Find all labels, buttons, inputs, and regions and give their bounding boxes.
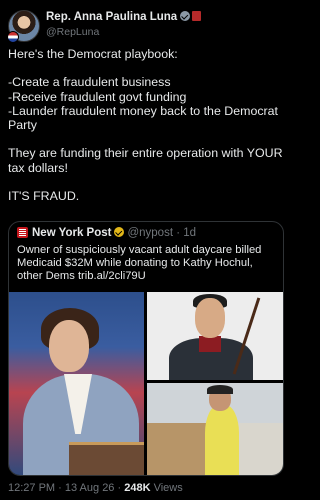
quoted-post-age[interactable]: 1d [183,227,196,239]
daycare-interior-photo[interactable] [147,383,283,475]
quoted-media-grid [9,292,283,475]
author-name[interactable]: Rep. Anna Paulina Luna [46,11,177,23]
author-handle[interactable]: @RepLuna [46,26,99,38]
tweet-header: Rep. Anna Paulina Luna @RepLuna [7,10,282,43]
photo-face [195,298,225,338]
government-badge-icon [192,11,202,21]
views-label: Views [153,482,183,494]
verified-badge-icon[interactable] [180,11,191,21]
quoted-post-header: New York Post @nypost · 1d [17,227,196,241]
hochul-photo[interactable] [9,292,144,475]
post-footer: 12:27 PM · 13 Aug 26 · 248K Views [8,482,183,494]
nypost-logo-icon [17,227,28,238]
author-avatar[interactable] [7,10,40,43]
post-date[interactable]: 13 Aug 26 [65,482,115,494]
author-name-row[interactable]: Rep. Anna Paulina Luna [46,11,202,23]
gold-verified-badge-icon [114,227,125,237]
views-count[interactable]: 248K [124,482,150,494]
quoted-post[interactable]: New York Post @nypost · 1d Owner of suspi… [8,221,284,476]
quoted-post-link[interactable]: trib.al/2cli79U [78,270,146,282]
photo-cap [207,385,233,394]
post-time[interactable]: 12:27 PM [8,482,55,494]
flag-icon [7,31,19,43]
photo-scarf [199,336,221,352]
photo-podium [69,442,144,475]
erhu-player-photo[interactable] [147,292,283,380]
photo-face [49,320,89,372]
quoted-author-handle[interactable]: @nypost [127,227,173,239]
quoted-post-text: Owner of suspiciously vacant adult dayca… [17,244,279,283]
tweet-text: Here's the Democrat playbook: -Create a … [8,47,283,204]
quoted-author-name[interactable]: New York Post [32,227,111,239]
photo-person [205,405,239,475]
meta-separator: · [176,227,181,239]
